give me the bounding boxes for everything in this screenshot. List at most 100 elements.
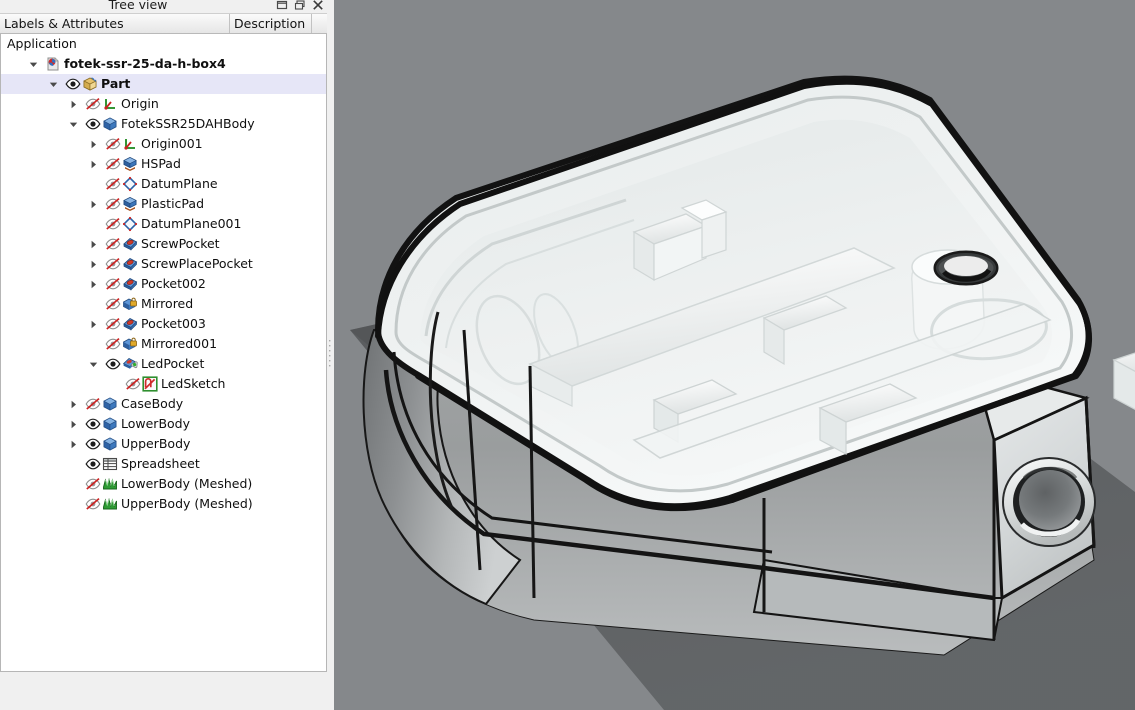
float-icon[interactable] (293, 0, 307, 12)
pocket-icon (122, 236, 138, 252)
tree-item-mirrored001[interactable]: Mirrored001 (1, 334, 326, 354)
tree-item-lowerbody[interactable]: LowerBody (1, 414, 326, 434)
eye-hidden-icon[interactable] (125, 376, 141, 392)
origin-icon (122, 136, 138, 152)
3d-viewport[interactable] (334, 0, 1135, 710)
dock-title: Tree view (108, 0, 168, 12)
pocket-icon (122, 276, 138, 292)
datumplane-icon (122, 176, 138, 192)
tree-item-hspad[interactable]: HSPad (1, 154, 326, 174)
column-header-description[interactable]: Description (230, 14, 312, 33)
tree-item-plasticpad[interactable]: PlasticPad (1, 194, 326, 214)
eye-hidden-icon[interactable] (85, 476, 101, 492)
part-icon (82, 76, 98, 92)
tree-item-label: CaseBody (121, 396, 184, 411)
chevron-right-icon[interactable] (89, 260, 98, 269)
chevron-right-icon[interactable] (69, 440, 78, 449)
eye-hidden-icon[interactable] (105, 236, 121, 252)
tree-item-pocket003[interactable]: Pocket003 (1, 314, 326, 334)
tree-item-ledpocket[interactable]: LedPocket (1, 354, 326, 374)
mirrored-icon (122, 296, 138, 312)
eye-visible-icon[interactable] (105, 356, 121, 372)
tree-item-datumplane001[interactable]: DatumPlane001 (1, 214, 326, 234)
tree-item-part[interactable]: Part (1, 74, 326, 94)
eye-hidden-icon[interactable] (85, 396, 101, 412)
side-port-hole (1002, 457, 1096, 547)
tree-item-label: Pocket002 (141, 276, 206, 291)
tree-view-list[interactable]: Application fotek-ssr-25-da-h-box4 Part Ori… (0, 34, 327, 672)
tree-item-origin001[interactable]: Origin001 (1, 134, 326, 154)
chevron-right-icon[interactable] (89, 280, 98, 289)
pad-icon (122, 196, 138, 212)
tree-item-label: Mirrored001 (141, 336, 218, 351)
eye-visible-icon[interactable] (85, 456, 101, 472)
tree-item-label: Application (7, 36, 77, 51)
chevron-right-icon[interactable] (69, 420, 78, 429)
tree-item-label: LedPocket (141, 356, 205, 371)
chevron-down-icon[interactable] (69, 120, 78, 129)
horizontal-splitter-handle[interactable] (0, 673, 334, 693)
tree-item-label: fotek-ssr-25-da-h-box4 (64, 56, 226, 71)
vertical-splitter-handle[interactable] (327, 0, 334, 710)
chevron-right-icon[interactable] (69, 100, 78, 109)
mirrored-icon (122, 336, 138, 352)
tree-item-screwpocket[interactable]: ScrewPocket (1, 234, 326, 254)
eye-hidden-icon[interactable] (105, 156, 121, 172)
close-icon[interactable] (311, 0, 325, 12)
splitter-grip-dots (152, 678, 182, 693)
cad-model-render (334, 0, 1135, 710)
eye-visible-icon[interactable] (85, 416, 101, 432)
tree-item-upperbody-meshed[interactable]: UpperBody (Meshed) (1, 494, 326, 514)
pocket-icon (122, 316, 138, 332)
tree-item-label: HSPad (141, 156, 181, 171)
tree-item-screwplacepocket[interactable]: ScrewPlacePocket (1, 254, 326, 274)
freecad-window: Tree view Labels & Attributes Descriptio… (0, 0, 1135, 710)
tree-item-fotekssr25dahbody[interactable]: FotekSSR25DAHBody (1, 114, 326, 134)
tree-item-origin[interactable]: Origin (1, 94, 326, 114)
eye-hidden-icon[interactable] (105, 276, 121, 292)
tree-item-label: Origin (121, 96, 159, 111)
eye-hidden-icon[interactable] (85, 96, 101, 112)
tree-item-casebody[interactable]: CaseBody (1, 394, 326, 414)
tree-item-lowerbody-meshed[interactable]: LowerBody (Meshed) (1, 474, 326, 494)
mesh-icon (102, 476, 118, 492)
spreadsheet-icon (102, 456, 118, 472)
chevron-down-icon[interactable] (49, 80, 58, 89)
chevron-down-icon[interactable] (29, 60, 38, 69)
tree-item-label: DatumPlane001 (141, 216, 242, 231)
chevron-right-icon[interactable] (89, 140, 98, 149)
column-header-filler (312, 14, 327, 33)
tree-item-pocket002[interactable]: Pocket002 (1, 274, 326, 294)
tree-item-label: ScrewPlacePocket (141, 256, 253, 271)
eye-visible-icon[interactable] (85, 116, 101, 132)
tree-item-mirrored[interactable]: Mirrored (1, 294, 326, 314)
column-header-labels[interactable]: Labels & Attributes (0, 14, 230, 33)
eye-hidden-icon[interactable] (105, 336, 121, 352)
eye-hidden-icon[interactable] (105, 176, 121, 192)
eye-hidden-icon[interactable] (85, 496, 101, 512)
eye-visible-icon[interactable] (85, 436, 101, 452)
tree-item-fotek-ssr-25-da-h-box4[interactable]: fotek-ssr-25-da-h-box4 (1, 54, 326, 74)
tree-item-spreadsheet[interactable]: Spreadsheet (1, 454, 326, 474)
body-icon (102, 396, 118, 412)
eye-hidden-icon[interactable] (105, 316, 121, 332)
chevron-right-icon[interactable] (89, 160, 98, 169)
chevron-down-icon[interactable] (89, 360, 98, 369)
eye-hidden-icon[interactable] (105, 136, 121, 152)
chevron-right-icon[interactable] (69, 400, 78, 409)
tree-item-application[interactable]: Application (1, 34, 326, 54)
chevron-right-icon[interactable] (89, 200, 98, 209)
eye-hidden-icon[interactable] (105, 216, 121, 232)
minimize-icon[interactable] (275, 0, 289, 12)
tree-item-ledsketch[interactable]: LedSketch (1, 374, 326, 394)
tree-item-label: FotekSSR25DAHBody (121, 116, 255, 131)
eye-hidden-icon[interactable] (105, 256, 121, 272)
eye-visible-icon[interactable] (65, 76, 81, 92)
chevron-right-icon[interactable] (89, 320, 98, 329)
tree-item-datumplane[interactable]: DatumPlane (1, 174, 326, 194)
tree-item-upperbody[interactable]: UpperBody (1, 434, 326, 454)
tree-item-label: Pocket003 (141, 316, 206, 331)
eye-hidden-icon[interactable] (105, 196, 121, 212)
eye-hidden-icon[interactable] (105, 296, 121, 312)
chevron-right-icon[interactable] (89, 240, 98, 249)
